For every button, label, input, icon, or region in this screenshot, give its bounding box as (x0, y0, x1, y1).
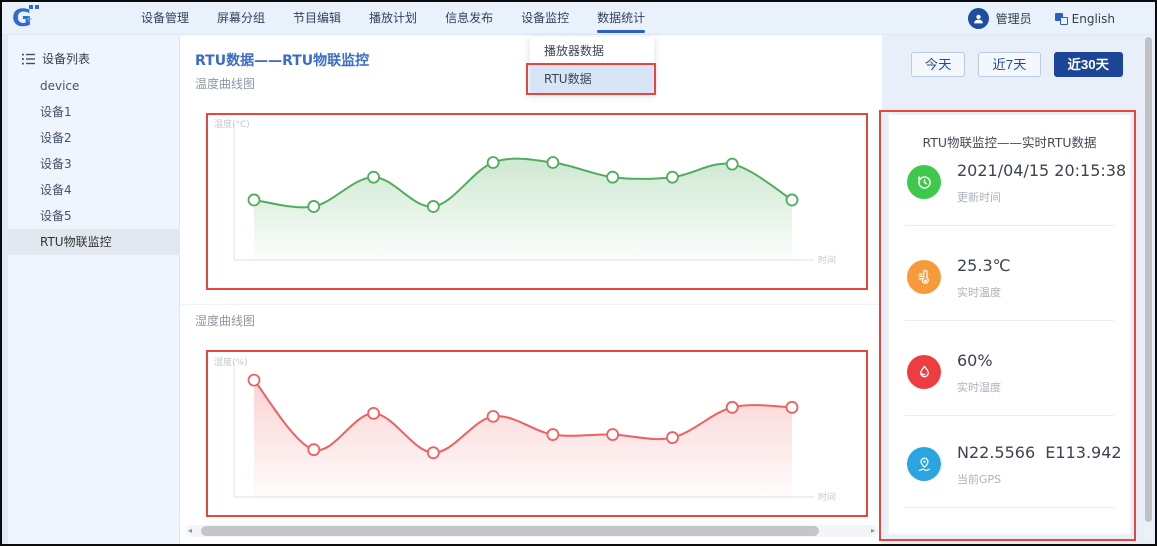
temperature-chart: 温度(°C) 时间 (212, 116, 862, 291)
temperature-chart-label: 温度曲线图 (195, 75, 255, 92)
temperature-label: 实时温度 (957, 284, 1001, 300)
update-time-value: 2021/04/15 20:15:38 (957, 161, 1126, 180)
scroll-right-icon[interactable]: ▸ (871, 525, 875, 537)
right-region: 今天 近7天 近30天 RTU物联监控——实时RTU数据 2021/04/15 … (882, 35, 1155, 544)
section-divider (181, 304, 882, 305)
humidity-line-chart: 湿度(%) 时间 (212, 354, 862, 517)
panel-title: RTU物联监控——实时RTU数据 (889, 115, 1130, 151)
humidity-row: 60% 实时湿度 (905, 347, 1114, 411)
svg-text:时间: 时间 (818, 254, 836, 266)
menu-item-program-edit[interactable]: 节目编辑 (279, 2, 355, 35)
update-time-row: 2021/04/15 20:15:38 更新时间 (905, 157, 1114, 221)
main-content: RTU数据——RTU物联监控 温度曲线图 湿度曲线图 温度(°C) 时间 湿度(%… (181, 35, 882, 544)
divider (905, 320, 1114, 321)
gps-value: N22.5566 E113.942 (957, 443, 1122, 462)
divider (905, 225, 1114, 226)
sidebar-item-rtu-monitor[interactable]: RTU物联监控 (2, 229, 179, 255)
divider (905, 415, 1114, 416)
sidebar-item-device[interactable]: device (2, 73, 179, 99)
app-logo[interactable]: G + (12, 3, 52, 33)
realtime-rtu-panel: RTU物联监控——实时RTU数据 2021/04/15 20:15:38 更新时… (888, 114, 1131, 535)
range-today-button[interactable]: 今天 (911, 52, 966, 77)
logo-dot (29, 5, 33, 9)
dropdown-item-player-data[interactable]: 播放器数据 (530, 37, 654, 65)
data-statistics-dropdown: 播放器数据 RTU数据 (530, 37, 654, 93)
menu-item-screen-group[interactable]: 屏幕分组 (203, 2, 279, 35)
gps-label: 当前GPS (957, 471, 1001, 487)
humidity-value: 60% (957, 351, 993, 370)
user-name-label[interactable]: 管理员 (996, 10, 1032, 27)
update-time-label: 更新时间 (957, 189, 1001, 205)
language-switcher[interactable]: English (1055, 12, 1115, 26)
menu-item-data-statistics[interactable]: 数据统计 (583, 2, 659, 35)
update-time-icon (907, 165, 941, 199)
vertical-scrollbar[interactable] (1145, 37, 1152, 541)
temperature-icon (907, 260, 941, 294)
temperature-line-chart: 温度(°C) 时间 (212, 116, 862, 288)
humidity-chart: 湿度(%) 时间 (212, 354, 862, 520)
divider (905, 507, 1114, 508)
humidity-chart-label: 湿度曲线图 (195, 312, 255, 329)
gps-row: N22.5566 E113.942 当前GPS (905, 439, 1114, 503)
horizontal-scrollbar-thumb[interactable] (201, 526, 819, 536)
menu-item-device-manage[interactable]: 设备管理 (127, 2, 203, 35)
sidebar-item-device5[interactable]: 设备5 (2, 203, 179, 229)
sidebar-item-device1[interactable]: 设备1 (2, 99, 179, 125)
date-range-buttons: 今天 近7天 近30天 (911, 52, 1123, 77)
list-icon (22, 53, 35, 65)
range-7days-button[interactable]: 近7天 (978, 52, 1040, 77)
user-avatar-icon[interactable] (968, 8, 989, 29)
page-title: RTU数据——RTU物联监控 (195, 50, 369, 70)
humidity-icon (907, 355, 941, 389)
svg-text:湿度(%): 湿度(%) (214, 356, 248, 368)
language-label: English (1072, 12, 1115, 26)
sidebar-item-device2[interactable]: 设备2 (2, 125, 179, 151)
svg-text:时间: 时间 (818, 491, 836, 503)
menu-item-play-plan[interactable]: 播放计划 (355, 2, 431, 35)
humidity-label: 实时湿度 (957, 379, 1001, 395)
svg-text:温度(°C): 温度(°C) (214, 118, 250, 130)
gps-icon (907, 447, 941, 481)
logo-plus: + (25, 15, 33, 25)
sidebar-title: 设备列表 (42, 50, 90, 67)
app-window: G + 设备管理 屏幕分组 节目编辑 播放计划 信息发布 设备监控 数据统计 管… (0, 0, 1157, 546)
vertical-scrollbar-thumb[interactable] (1145, 37, 1152, 522)
temperature-row: 25.3℃ 实时温度 (905, 252, 1114, 316)
sidebar-item-device4[interactable]: 设备4 (2, 177, 179, 203)
menu-item-info-publish[interactable]: 信息发布 (431, 2, 507, 35)
horizontal-scrollbar[interactable]: ◂ ▸ (185, 525, 878, 537)
logo-dot (35, 5, 39, 9)
sidebar-item-device3[interactable]: 设备3 (2, 151, 179, 177)
menu-item-device-monitor[interactable]: 设备监控 (507, 2, 583, 35)
scroll-left-icon[interactable]: ◂ (188, 525, 192, 537)
dropdown-item-rtu-data[interactable]: RTU数据 (530, 65, 654, 93)
translate-icon (1055, 13, 1068, 25)
top-navbar: G + 设备管理 屏幕分组 节目编辑 播放计划 信息发布 设备监控 数据统计 管… (2, 2, 1155, 35)
main-menu: 设备管理 屏幕分组 节目编辑 播放计划 信息发布 设备监控 数据统计 (127, 2, 659, 35)
range-30days-button[interactable]: 近30天 (1054, 52, 1123, 77)
sidebar-header: 设备列表 (2, 35, 179, 73)
user-area: 管理员 English (968, 2, 1115, 35)
temperature-value: 25.3℃ (957, 256, 1011, 275)
device-sidebar: 设备列表 device 设备1 设备2 设备3 设备4 设备5 RTU物联监控 (2, 35, 180, 544)
